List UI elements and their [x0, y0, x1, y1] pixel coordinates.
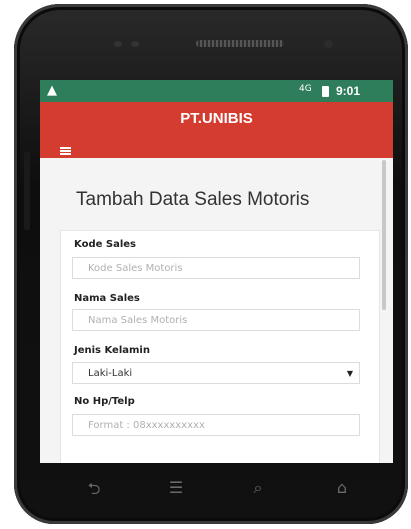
no-hp-label: No Hp/Telp	[74, 396, 135, 407]
scrollbar[interactable]	[382, 160, 386, 310]
battery-icon	[322, 86, 329, 97]
hamburger-menu-icon[interactable]	[60, 147, 71, 155]
jenis-kelamin-select[interactable]: Laki-Laki ▼	[72, 362, 360, 384]
status-bar: ▲ 4G 9:01	[40, 80, 393, 102]
earpiece-speaker	[196, 40, 284, 47]
screen: ▲ 4G 9:01 PT.UNIBIS Tambah Data Sales Mo…	[40, 80, 393, 463]
nama-sales-input[interactable]: Nama Sales Motoris	[72, 309, 360, 331]
jenis-kelamin-label: Jenis Kelamin	[74, 345, 150, 356]
back-icon[interactable]: ⮌	[82, 478, 106, 498]
nama-sales-placeholder: Nama Sales Motoris	[88, 315, 188, 326]
menu-icon[interactable]: ☰	[164, 478, 188, 497]
kode-sales-placeholder: Kode Sales Motoris	[88, 263, 183, 274]
sensor-dot	[131, 41, 139, 47]
no-hp-placeholder: Format : 08xxxxxxxxxx	[88, 420, 205, 431]
app-title: PT.UNIBIS	[180, 110, 253, 127]
no-hp-input[interactable]: Format : 08xxxxxxxxxx	[72, 414, 360, 436]
sensor-dot	[114, 41, 122, 47]
nama-sales-label: Nama Sales	[74, 293, 140, 304]
kode-sales-input[interactable]: Kode Sales Motoris	[72, 257, 360, 279]
alert-triangle-icon: ▲	[47, 83, 57, 98]
page-title: Tambah Data Sales Motoris	[76, 189, 310, 210]
home-icon[interactable]: ⌂	[330, 478, 354, 497]
search-icon[interactable]: ⌕	[246, 478, 270, 497]
navigation-bar: ⮌ ☰ ⌕ ⌂	[14, 462, 408, 514]
kode-sales-label: Kode Sales	[74, 239, 136, 250]
side-volume-button	[24, 152, 30, 230]
signal-4g-label: 4G	[299, 84, 312, 94]
jenis-kelamin-value: Laki-Laki	[88, 368, 133, 379]
dropdown-arrow-icon: ▼	[346, 369, 353, 378]
app-bar: PT.UNIBIS	[40, 102, 393, 158]
status-time: 9:01	[336, 84, 361, 98]
front-camera	[324, 40, 333, 48]
